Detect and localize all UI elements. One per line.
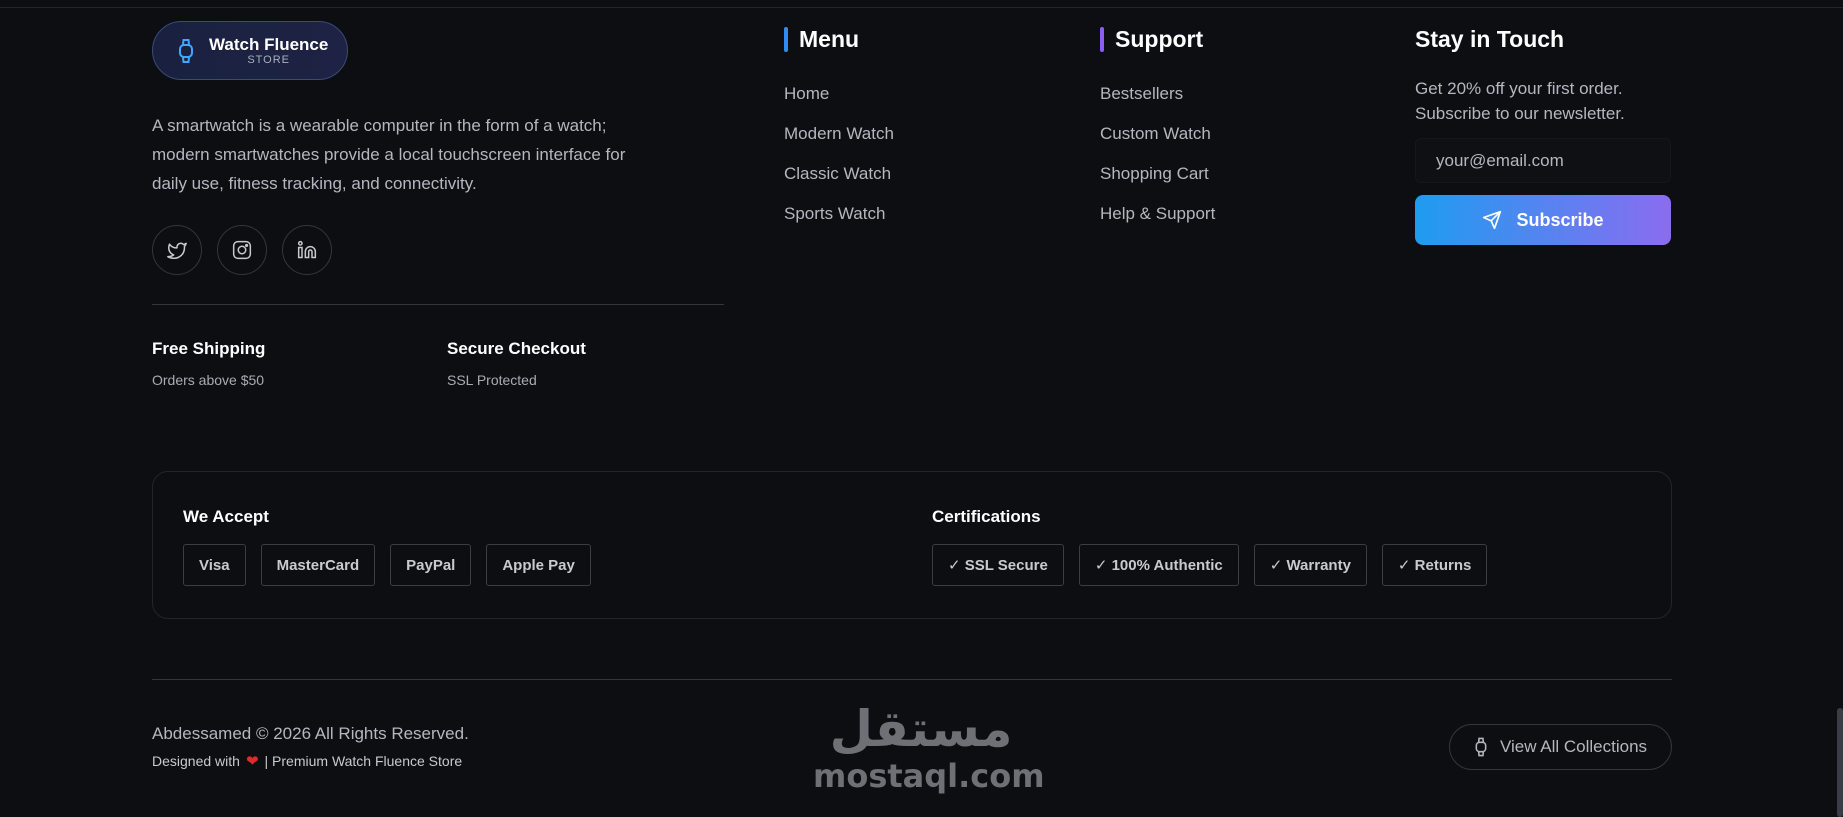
menu-heading: Menu [784, 23, 894, 55]
view-all-label: View All Collections [1499, 737, 1648, 756]
footer-divider [152, 679, 1672, 680]
certifications-group: Certifications ✓ SSL Secure ✓ 100% Authe… [932, 507, 1488, 586]
payment-chip-visa: Visa [183, 544, 246, 586]
support-heading: Support [1100, 23, 1215, 55]
watermark-arabic: مستقل [829, 700, 1013, 758]
cert-chip-authentic: ✓ 100% Authentic [1078, 544, 1239, 586]
watch-icon [175, 38, 197, 64]
scrollbar-thumb[interactable] [1837, 708, 1843, 817]
send-icon [1483, 210, 1502, 230]
section-divider [152, 304, 724, 305]
newsletter-promo: Get 20% off your first order. Subscribe … [1415, 79, 1625, 123]
subscribe-button[interactable]: Subscribe [1415, 195, 1671, 245]
perk-subtitle: Orders above $50 [152, 372, 265, 388]
email-input[interactable] [1415, 138, 1671, 183]
twitter-icon [167, 242, 187, 259]
perk-subtitle: SSL Protected [447, 372, 537, 388]
menu-link-home[interactable]: Home [784, 84, 894, 104]
instagram-link[interactable] [217, 225, 267, 275]
subscribe-label: Subscribe [1516, 209, 1604, 230]
cert-chip-returns: ✓ Returns [1381, 544, 1488, 586]
menu-link-modern-watch[interactable]: Modern Watch [784, 124, 894, 144]
watermark-latin: mostaql.com [813, 757, 1045, 795]
menu-title: Menu [799, 26, 860, 52]
accent-bar [784, 26, 788, 52]
support-link-custom-watch[interactable]: Custom Watch [1100, 124, 1215, 144]
twitter-link[interactable] [152, 225, 202, 275]
newsletter-title: Stay in Touch [1415, 26, 1565, 52]
social-links [152, 225, 332, 275]
payments-title: We Accept [183, 507, 269, 526]
payment-chip-mastercard: MasterCard [260, 544, 376, 586]
trust-panel: We Accept Visa MasterCard PayPal Apple P… [152, 471, 1672, 619]
support-link-help[interactable]: Help & Support [1100, 204, 1215, 224]
payments-group: We Accept Visa MasterCard PayPal Apple P… [183, 507, 591, 586]
instagram-icon [232, 240, 252, 260]
support-link-shopping-cart[interactable]: Shopping Cart [1100, 164, 1215, 184]
perk-title: Free Shipping [152, 339, 266, 358]
perk-title: Secure Checkout [447, 339, 586, 358]
brand-name: Watch Fluence [209, 34, 329, 54]
support-column: Support Bestsellers Custom Watch Shoppin… [1100, 23, 1215, 244]
brand-subtitle: STORE [247, 53, 291, 66]
designed-suffix: | Premium Watch Fluence Store [264, 753, 463, 769]
perk-secure-checkout: Secure Checkout SSL Protected [447, 339, 586, 388]
menu-column: Menu Home Modern Watch Classic Watch Spo… [784, 23, 894, 244]
menu-link-classic-watch[interactable]: Classic Watch [784, 164, 894, 184]
support-title: Support [1115, 26, 1204, 52]
view-all-collections-button[interactable]: View All Collections [1449, 724, 1672, 770]
linkedin-icon [297, 240, 317, 259]
watch-icon [1475, 737, 1487, 757]
certifications-title: Certifications [932, 507, 1041, 526]
store-description: A smartwatch is a wearable computer in t… [152, 116, 626, 193]
perk-free-shipping: Free Shipping Orders above $50 [152, 339, 265, 388]
payment-chip-paypal: PayPal [390, 544, 472, 586]
heart-icon: ❤ [245, 753, 259, 770]
payment-chip-apple-pay: Apple Pay [486, 544, 591, 586]
cert-chip-warranty: ✓ Warranty [1253, 544, 1367, 586]
top-divider [0, 7, 1843, 8]
accent-bar [1100, 26, 1104, 52]
support-link-bestsellers[interactable]: Bestsellers [1100, 84, 1215, 104]
copyright-text: Abdessamed © 2026 All Rights Reserved. [152, 724, 469, 743]
designed-with: Designed with ❤ | Premium Watch Fluence … [152, 752, 462, 770]
linkedin-link[interactable] [282, 225, 332, 275]
designed-prefix: Designed with [152, 753, 240, 769]
newsletter-column: Stay in Touch Get 20% off your first ord… [1415, 23, 1675, 245]
mostaql-watermark: مستقل mostaql.com [813, 700, 1045, 795]
brand-logo[interactable]: Watch Fluence STORE [152, 21, 348, 80]
menu-link-sports-watch[interactable]: Sports Watch [784, 204, 894, 224]
cert-chip-ssl: ✓ SSL Secure [932, 544, 1064, 586]
